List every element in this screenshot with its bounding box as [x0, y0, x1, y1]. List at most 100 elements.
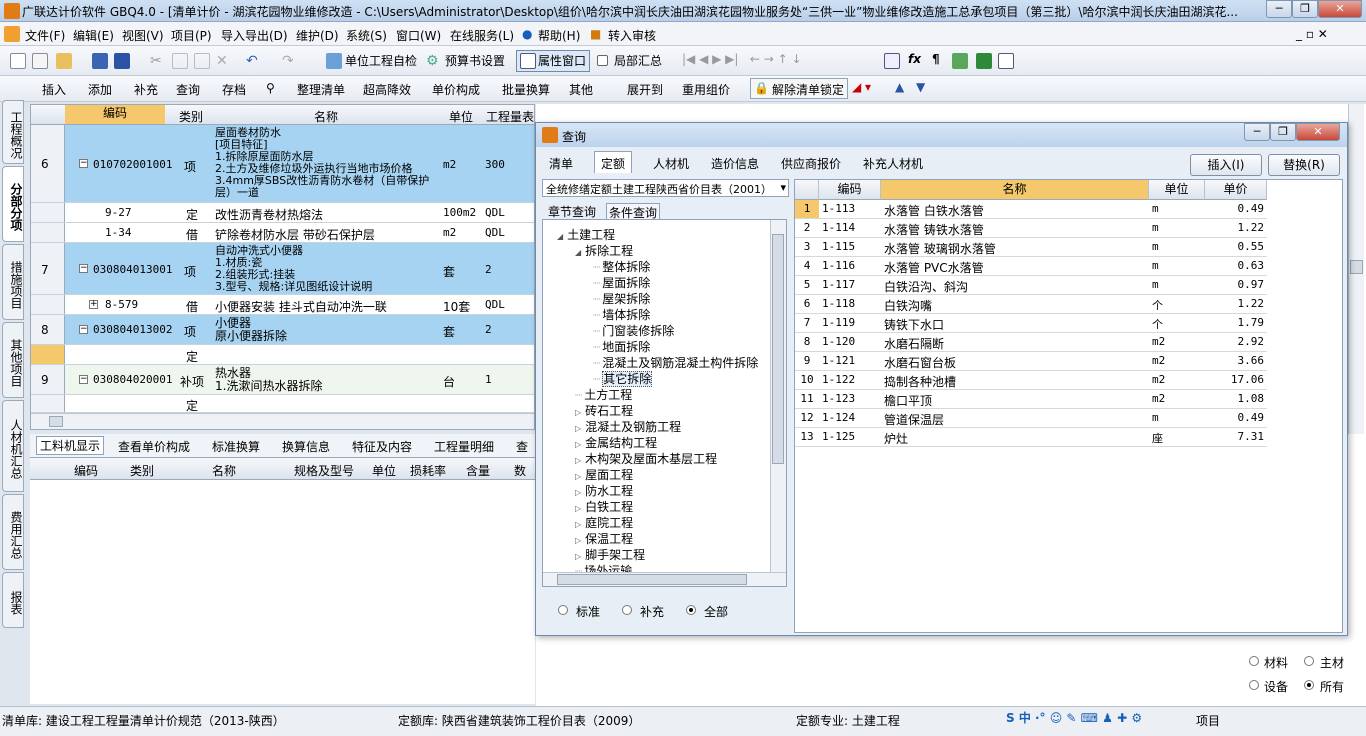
green-icon[interactable]	[952, 53, 968, 69]
quota-result-grid[interactable]: 编码 名称 单位 单价 1 1-113 水落管 白铁水落管 m 0.49 2 1-114 水落…	[794, 179, 1343, 633]
table-row[interactable]: 8 − 030804013002 项 小便器 原小便器拆除 套 2	[31, 315, 534, 345]
tab-convert-info[interactable]: 换算信息	[282, 438, 330, 455]
add-button[interactable]: 添加	[88, 81, 112, 98]
collapse-toggle[interactable]: −	[79, 375, 88, 384]
menu-audit[interactable]: 转入审核	[608, 27, 656, 44]
menu-help[interactable]: 帮助(H)	[538, 27, 580, 44]
expand-toggle[interactable]: +	[89, 300, 98, 309]
collapsed-icon[interactable]: ▷	[575, 472, 581, 481]
tree-node[interactable]: ◢ 土建工程	[557, 226, 615, 243]
collapse-toggle[interactable]: −	[79, 159, 88, 168]
tab-reports[interactable]: 报表	[2, 572, 24, 628]
expand-to-button[interactable]: 展开到	[627, 81, 663, 98]
open-icon[interactable]	[56, 53, 72, 69]
color-icon[interactable]: ◢ ▾	[852, 80, 871, 94]
grid-hscrollbar[interactable]	[31, 413, 534, 429]
tree-node[interactable]: ┈ 土方工程	[575, 386, 632, 403]
table-row[interactable]: 4 1-116 水落管 PVC水落管 m 0.63	[795, 257, 1267, 276]
collapsed-icon[interactable]: ▷	[575, 520, 581, 529]
batch-convert-button[interactable]: 批量换算	[502, 81, 550, 98]
save-icon[interactable]	[92, 53, 108, 69]
nav-arrows[interactable]: |◀ ◀ ▶ ▶| ← → ↑ ↓	[682, 52, 802, 66]
expanded-icon[interactable]: ◢	[557, 232, 563, 241]
table-row[interactable]: 3 1-115 水落管 玻璃钢水落管 m 0.55	[795, 238, 1267, 257]
expanded-icon[interactable]: ◢	[575, 248, 581, 257]
bill-grid[interactable]: 编码 类别 名称 单位 工程量表达式 6 − 010702001001 项 屋面…	[30, 104, 535, 430]
tree-node[interactable]: ▷ 混凝土及钢筋工程	[575, 418, 681, 435]
tab-labor-machine[interactable]: 人材机	[646, 151, 696, 173]
filter-main-material-radio[interactable]	[1304, 656, 1314, 666]
tree-vscrollbar[interactable]	[770, 220, 786, 572]
tab-price-composition[interactable]: 查看单价构成	[118, 438, 190, 455]
query-button[interactable]: 查询	[176, 81, 200, 98]
delete-icon[interactable]: ✕	[216, 53, 232, 69]
tab-quantity-detail[interactable]: 工程量明细	[434, 438, 494, 455]
menu-window[interactable]: 窗口(W)	[396, 27, 441, 44]
all-radio[interactable]	[686, 605, 696, 615]
menu-import-export[interactable]: 导入导出(D)	[221, 27, 288, 44]
tab-price-info[interactable]: 造价信息	[704, 151, 766, 173]
supplement-radio[interactable]	[622, 605, 632, 615]
collapsed-icon[interactable]: ▷	[575, 552, 581, 561]
paste-icon[interactable]	[194, 53, 210, 69]
tree-node[interactable]: ▷ 金属结构工程	[575, 434, 657, 451]
tree-node[interactable]: ◢ 拆除工程	[575, 242, 633, 259]
minimize-button[interactable]: ─	[1266, 0, 1292, 18]
collapsed-icon[interactable]: ▷	[575, 488, 581, 497]
menu-view[interactable]: 视图(V)	[122, 27, 164, 44]
tree-node[interactable]: ▷ 砖石工程	[575, 402, 633, 419]
collapsed-icon[interactable]: ▷	[575, 504, 581, 513]
tree-node[interactable]: ▷ 防水工程	[575, 482, 633, 499]
filter-all-radio[interactable]	[1304, 680, 1314, 690]
table-row[interactable]: 1 1-113 水落管 白铁水落管 m 0.49	[795, 200, 1267, 219]
detail-body[interactable]	[30, 480, 535, 704]
menu-file[interactable]: 文件(F)	[25, 27, 65, 44]
collapsed-icon[interactable]: ▷	[575, 536, 581, 545]
collapsed-icon[interactable]: ▷	[575, 440, 581, 449]
table-row[interactable]: 6 − 010702001001 项 屋面卷材防水 [项目特征] 1.拆除原屋面…	[31, 125, 534, 203]
tree-node[interactable]: ▷ 木构架及屋面木基层工程	[575, 450, 717, 467]
new-project-icon[interactable]	[32, 53, 48, 69]
tab-other-items[interactable]: 其他项目	[2, 322, 24, 398]
table-row[interactable]: 8 1-120 水磨石隔断 m2 2.92	[795, 333, 1267, 352]
other-button[interactable]: 其他	[569, 81, 593, 98]
filter-equipment-radio[interactable]	[1249, 680, 1259, 690]
tab-standard-convert[interactable]: 标准换算	[212, 438, 260, 455]
cube-icon[interactable]	[976, 53, 992, 69]
table-row[interactable]: 定	[31, 395, 534, 413]
table-row[interactable]: 13 1-125 炉灶 座 7.31	[795, 428, 1267, 447]
tab-supplement-material[interactable]: 补充人材机	[856, 151, 930, 173]
tree-node[interactable]: ▷ 保温工程	[575, 530, 633, 547]
list-icon[interactable]	[998, 53, 1014, 69]
tree-node[interactable]: ┈ 混凝土及钢筋混凝土构件拆除	[593, 354, 758, 371]
standard-radio[interactable]	[558, 605, 568, 615]
tab-features[interactable]: 特征及内容	[352, 438, 412, 455]
table-row[interactable]: 7 − 030804013001 项 自动冲洗式小便器 1.材质:瓷 2.组装形…	[31, 243, 534, 295]
table-row[interactable]: 9 1-121 水磨石窗台板 m2 3.66	[795, 352, 1267, 371]
filter-material-radio[interactable]	[1249, 656, 1259, 666]
table-row[interactable]: 2 1-114 水落管 铸铁水落管 m 1.22	[795, 219, 1267, 238]
right-scrollbar[interactable]	[1348, 104, 1364, 434]
tab-chapter-query[interactable]: 章节查询	[548, 203, 596, 220]
table-row[interactable]: 9 − 030804020001 补项 热水器 1.洗漱间热水器拆除 台 1	[31, 365, 534, 395]
dialog-maximize-button[interactable]: ❐	[1270, 123, 1296, 141]
table-row[interactable]: 7 1-119 铸铁下水口 个 1.79	[795, 314, 1267, 333]
binoculars-icon[interactable]: ⚲	[266, 81, 275, 95]
collapsed-icon[interactable]: ▷	[575, 408, 581, 417]
dialog-close-button[interactable]: ✕	[1296, 123, 1340, 141]
tab-overview[interactable]: 工程概况	[2, 100, 24, 164]
table-row[interactable]: 11 1-123 檐口平顶 m2 1.08	[795, 390, 1267, 409]
archive-button[interactable]: 存档	[222, 81, 246, 98]
menu-edit[interactable]: 编辑(E)	[73, 27, 114, 44]
tab-cost-summary[interactable]: 费用汇总	[2, 494, 24, 570]
organize-list-button[interactable]: 整理清单	[297, 81, 345, 98]
tree-node[interactable]: ▷ 庭院工程	[575, 514, 633, 531]
price-composition-button[interactable]: 单价构成	[432, 81, 480, 98]
budget-settings-button[interactable]: 预算书设置	[445, 52, 505, 69]
tab-quota[interactable]: 定额	[594, 151, 633, 173]
table-row[interactable]: 10 1-122 捣制各种池槽 m2 17.06	[795, 371, 1267, 390]
table-row[interactable]: 6 1-118 白铁沟嘴 个 1.22	[795, 295, 1267, 314]
replace-button[interactable]: 替换(R)	[1268, 154, 1340, 176]
maximize-button[interactable]: ❐	[1292, 0, 1318, 18]
menu-maintain[interactable]: 维护(D)	[296, 27, 339, 44]
